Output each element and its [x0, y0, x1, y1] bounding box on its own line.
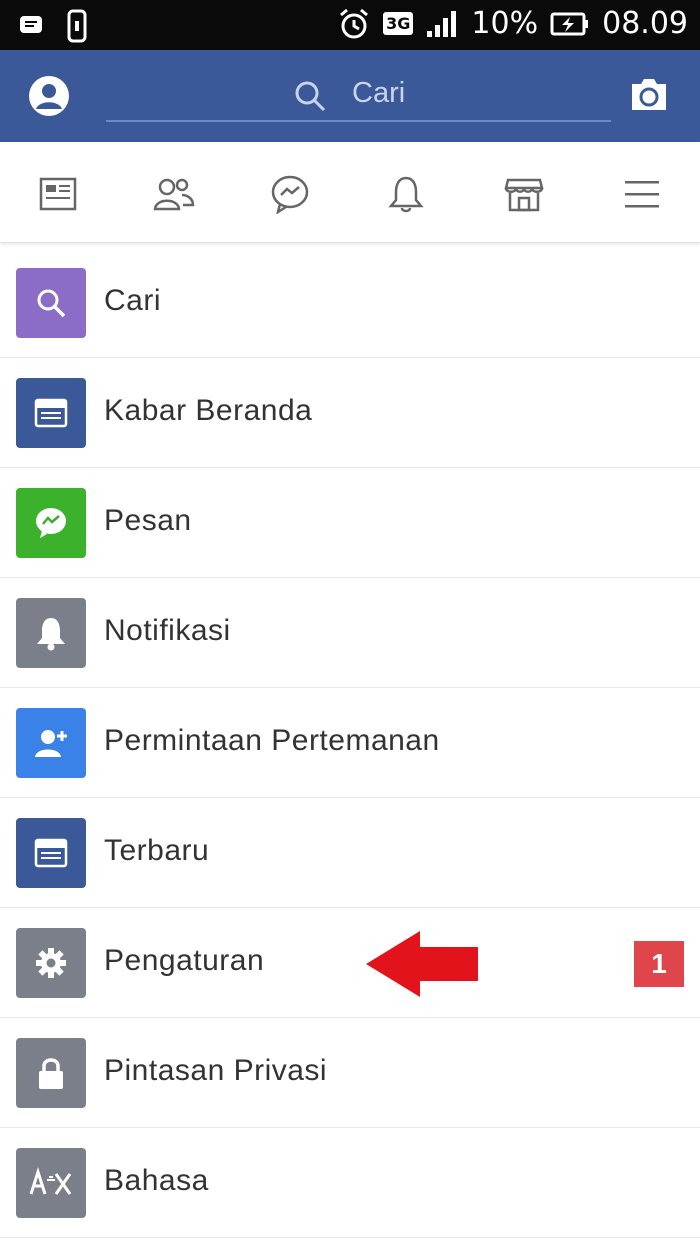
menu-icon — [625, 181, 659, 208]
gear-icon — [36, 948, 66, 978]
tab-friends[interactable] — [152, 172, 196, 216]
lock-icon — [39, 1058, 63, 1089]
search-placeholder: Cari — [352, 77, 406, 109]
news-feed-icon — [34, 398, 68, 428]
annotation-arrow-icon — [366, 931, 478, 997]
menu-icon-tile — [16, 708, 86, 778]
tab-messenger[interactable] — [268, 172, 312, 216]
chat-notification-icon — [20, 16, 42, 33]
news-feed-icon — [34, 838, 68, 868]
bell-icon — [388, 176, 424, 213]
add-friend-icon — [35, 730, 67, 757]
bell-icon — [37, 618, 65, 651]
notification-badge: 1 — [634, 941, 684, 987]
menu-item-pengaturan[interactable]: Pengaturan 1 — [0, 909, 700, 1018]
search-bar[interactable]: Cari — [106, 72, 611, 122]
camera-icon[interactable] — [628, 76, 670, 114]
news-feed-icon — [39, 177, 77, 211]
menu-item-label: Terbaru — [104, 834, 210, 867]
menu-item-label: Cari — [104, 284, 162, 317]
menu-icon-tile — [16, 1148, 86, 1218]
menu-item-label: Pesan — [104, 504, 192, 537]
clock: 08.09 — [602, 6, 688, 41]
search-icon — [295, 81, 326, 112]
menu-item-permintaan-pertemanan[interactable]: Permintaan Pertemanan — [0, 689, 700, 798]
vibrate-icon — [67, 9, 87, 43]
menu-item-terbaru[interactable]: Terbaru — [0, 799, 700, 908]
language-icon — [29, 1167, 72, 1195]
menu-icon-tile — [16, 1038, 86, 1108]
network-type-badge: 3G — [383, 12, 414, 35]
menu-item-kabar-beranda[interactable]: Kabar Beranda — [0, 359, 700, 468]
menu-icon-tile — [16, 378, 86, 448]
menu-icon-tile — [16, 268, 86, 338]
menu-item-label: Bahasa — [104, 1164, 209, 1197]
messenger-icon — [271, 175, 309, 214]
menu-item-cari[interactable]: Cari — [0, 249, 700, 358]
battery-charging-icon — [550, 12, 589, 35]
friends-icon — [153, 178, 195, 211]
tab-menu[interactable] — [620, 172, 664, 216]
marketplace-icon — [504, 178, 544, 212]
menu-icon-tile — [16, 488, 86, 558]
tab-news-feed[interactable] — [36, 172, 80, 216]
menu-icon-tile — [16, 818, 86, 888]
menu-item-label: Pintasan Privasi — [104, 1054, 328, 1087]
menu-item-pintasan-privasi[interactable]: Pintasan Privasi — [0, 1019, 700, 1128]
alarm-icon — [340, 8, 369, 38]
menu-list: Cari Kabar Beranda Pesan Notifikasi Perm… — [0, 249, 700, 1239]
menu-icon-tile — [16, 598, 86, 668]
menu-icon-tile — [16, 928, 86, 998]
menu-item-label: Pengaturan — [104, 944, 265, 977]
battery-percent: 10% — [471, 6, 539, 41]
tab-marketplace[interactable] — [502, 172, 546, 216]
signal-icon — [427, 10, 457, 37]
menu-item-notifikasi[interactable]: Notifikasi — [0, 579, 700, 688]
search-icon — [37, 289, 66, 318]
menu-item-pesan[interactable]: Pesan — [0, 469, 700, 578]
menu-item-bahasa[interactable]: Bahasa — [0, 1129, 700, 1238]
menu-item-label: Permintaan Pertemanan — [104, 724, 440, 757]
menu-item-label: Notifikasi — [104, 614, 231, 647]
status-bar: 3G 10% 08.09 — [0, 0, 700, 50]
nav-tabs — [0, 142, 700, 243]
app-header: Cari — [0, 50, 700, 142]
tab-notifications[interactable] — [384, 172, 428, 216]
profile-icon[interactable] — [28, 75, 70, 117]
messenger-icon — [36, 508, 66, 538]
menu-item-label: Kabar Beranda — [104, 394, 313, 427]
